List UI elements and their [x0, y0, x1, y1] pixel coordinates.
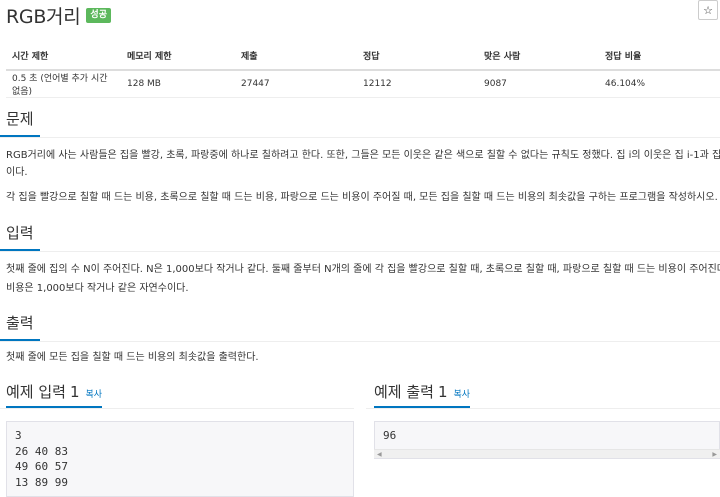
scroll-left-arrow-icon[interactable]: ◀ [377, 450, 382, 459]
divider [0, 251, 720, 252]
output-description: 첫째 줄에 모든 집을 칠할 때 드는 비용의 최솟값을 출력한다. [6, 352, 259, 363]
favorite-star-button[interactable]: ☆ [698, 0, 718, 20]
divider [0, 408, 354, 409]
sample-output-heading: 예제 출력 [374, 383, 434, 401]
problem-description-line-1: RGB거리에 사는 사람들은 집을 빨강, 초록, 파랑중에 하나로 칠하려고 … [6, 150, 720, 161]
star-icon: ☆ [703, 3, 713, 17]
info-value-solvers: 9087 [478, 70, 599, 98]
input-section-header: 입력 [0, 222, 720, 252]
info-header-time: 시간 제한 [6, 42, 121, 71]
output-heading: 출력 [0, 312, 40, 341]
divider [0, 341, 720, 342]
problem-heading: 문제 [0, 108, 40, 137]
info-value-accepted: 12112 [357, 70, 478, 98]
sample-output-number: 1 [437, 383, 448, 401]
output-section-header: 출력 [0, 312, 720, 342]
problem-description-line-3: 각 집을 빨강으로 칠할 때 드는 비용, 초록으로 칠할 때 드는 비용, 파… [6, 192, 718, 203]
sample-output-scrollbar[interactable]: ◀ ▶ [374, 449, 720, 458]
input-description-line-2: 비용은 1,000보다 작거나 같은 자연수이다. [6, 283, 189, 294]
problem-section-header: 문제 [0, 108, 720, 138]
status-badge: 성공 [86, 7, 111, 23]
divider [366, 408, 720, 409]
info-header-row: 시간 제한 메모리 제한 제출 정답 맞은 사람 정답 비율 [6, 42, 720, 71]
info-header-memory: 메모리 제한 [121, 42, 235, 71]
info-value-submissions: 27447 [235, 70, 357, 98]
info-value-row: 0.5 초 (언어별 추가 시간 없음) 128 MB 27447 12112 … [6, 70, 720, 98]
divider [0, 137, 720, 138]
info-header-submissions: 제출 [235, 42, 357, 71]
info-header-accepted: 정답 [357, 42, 478, 71]
info-value-time: 0.5 초 (언어별 추가 시간 없음) [6, 70, 121, 98]
sample-input-copy-link[interactable]: 복사 [86, 390, 103, 400]
sample-input-box[interactable]: 3 26 40 83 49 60 57 13 89 99 [6, 421, 354, 497]
sample-input-heading: 예제 입력 [6, 383, 66, 401]
sample-input-number: 1 [69, 383, 80, 401]
page-title: RGB거리 [6, 5, 81, 28]
problem-info-table: 시간 제한 메모리 제한 제출 정답 맞은 사람 정답 비율 0.5 초 (언어… [6, 42, 720, 98]
info-value-memory: 128 MB [121, 70, 235, 98]
info-header-ratio: 정답 비율 [599, 42, 720, 71]
input-description-line-1: 첫째 줄에 집의 수 N이 주어진다. N은 1,000보다 작거나 같다. 둘… [6, 264, 720, 275]
scroll-right-arrow-icon[interactable]: ▶ [712, 450, 717, 459]
info-header-solvers: 맞은 사람 [478, 42, 599, 71]
problem-description-line-2: 이다. [6, 167, 28, 178]
sample-output-header: 예제 출력 1 복사 [374, 381, 471, 408]
input-heading: 입력 [0, 222, 40, 251]
sample-input-header: 예제 입력 1 복사 [6, 381, 103, 408]
title-row: RGB거리 성공 [6, 0, 111, 30]
sample-output-copy-link[interactable]: 복사 [454, 390, 471, 400]
info-value-ratio: 46.104% [599, 70, 720, 98]
